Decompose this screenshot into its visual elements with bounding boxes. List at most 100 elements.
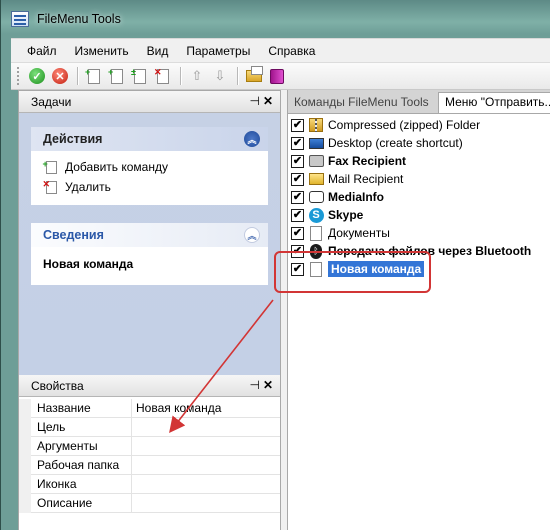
menu-edit[interactable]: Изменить bbox=[75, 44, 129, 58]
property-row[interactable]: Описание bbox=[19, 494, 280, 513]
list-item[interactable]: ✔ MediaInfo bbox=[288, 188, 550, 206]
checkbox[interactable]: ✔ bbox=[291, 244, 304, 258]
property-row[interactable]: Цель bbox=[19, 418, 280, 437]
property-name: Иконка bbox=[37, 477, 77, 491]
checkbox[interactable]: ✔ bbox=[291, 208, 304, 222]
add-submenu-icon: + bbox=[108, 67, 123, 84]
pin-icon[interactable]: ⊣ bbox=[250, 378, 260, 392]
list-item-label: Compressed (zipped) Folder bbox=[328, 118, 481, 132]
move-up-icon: ⇧ bbox=[191, 68, 203, 83]
cancel-icon: ✕ bbox=[52, 68, 68, 84]
close-icon[interactable]: ✕ bbox=[263, 94, 273, 108]
bluetooth-icon: ᛒ bbox=[308, 243, 324, 259]
add-command-icon: + bbox=[43, 159, 59, 175]
cancel-button[interactable]: ✕ bbox=[49, 65, 71, 87]
list-item-label: Документы bbox=[328, 226, 390, 240]
list-item[interactable]: ✔ ᛒ Передача файлов через Bluetooth bbox=[288, 242, 550, 260]
property-row[interactable]: Иконка bbox=[19, 475, 280, 494]
desktop-icon bbox=[308, 135, 324, 151]
menu-help[interactable]: Справка bbox=[268, 44, 315, 58]
move-up-button[interactable]: ⇧ bbox=[186, 65, 208, 87]
list-item[interactable]: ✔ Compressed (zipped) Folder bbox=[288, 116, 550, 134]
menu-file[interactable]: Файл bbox=[27, 44, 57, 58]
pin-icon[interactable]: ⊣ bbox=[250, 94, 260, 108]
move-down-button[interactable]: ⇩ bbox=[209, 65, 231, 87]
window-title: FileMenu Tools bbox=[37, 12, 121, 26]
tasks-panel: Действия ︽ + Добавить команду ✕ Удалить bbox=[19, 113, 280, 379]
property-name: Аргументы bbox=[37, 439, 98, 453]
checkbox[interactable]: ✔ bbox=[291, 226, 304, 240]
list-item[interactable]: ✔ Fax Recipient bbox=[288, 152, 550, 170]
properties-panel-title: Свойства bbox=[31, 378, 84, 393]
title-bar: FileMenu Tools bbox=[1, 0, 550, 38]
mediainfo-icon bbox=[308, 189, 324, 205]
property-value[interactable] bbox=[131, 418, 280, 437]
tab-filemenu-commands[interactable]: Команды FileMenu Tools bbox=[288, 93, 435, 114]
list-item[interactable]: ✔ Desktop (create shortcut) bbox=[288, 134, 550, 152]
left-pane: Задачи ⊣ ✕ Действия ︽ + Добавить команду… bbox=[18, 90, 281, 530]
tab-send-to-menu[interactable]: Меню "Отправить... bbox=[438, 92, 550, 113]
actions-group-header[interactable]: Действия ︽ bbox=[31, 127, 268, 151]
checkbox[interactable]: ✔ bbox=[291, 118, 304, 132]
tab-strip: Команды FileMenu Tools Меню "Отправить..… bbox=[288, 90, 550, 114]
apply-button[interactable]: ✓ bbox=[26, 65, 48, 87]
add-command-icon: + bbox=[85, 67, 100, 84]
list-item-label: Skype bbox=[328, 208, 364, 222]
add-command-button[interactable]: + bbox=[83, 65, 105, 87]
menu-view[interactable]: Вид bbox=[147, 44, 169, 58]
delete-button[interactable]: ✕ bbox=[152, 65, 174, 87]
help-button[interactable] bbox=[266, 65, 288, 87]
info-group: Сведения ︽ Новая команда bbox=[31, 223, 268, 285]
property-value[interactable] bbox=[131, 475, 280, 494]
checkbox[interactable]: ✔ bbox=[291, 154, 304, 168]
tasks-panel-title: Задачи bbox=[31, 94, 72, 109]
list-item-selected[interactable]: ✔ Новая команда bbox=[288, 260, 550, 278]
add-separator-button[interactable]: ± bbox=[129, 65, 151, 87]
checkbox[interactable]: ✔ bbox=[291, 136, 304, 150]
close-icon[interactable]: ✕ bbox=[263, 378, 273, 392]
list-item-label: Новая команда bbox=[328, 261, 425, 277]
help-icon bbox=[270, 68, 284, 84]
property-value[interactable] bbox=[131, 456, 280, 475]
move-down-icon: ⇩ bbox=[214, 68, 226, 83]
property-value[interactable] bbox=[131, 494, 280, 513]
property-value[interactable]: Новая команда bbox=[131, 399, 280, 418]
info-group-header[interactable]: Сведения ︽ bbox=[31, 223, 268, 247]
list-item-label: Fax Recipient bbox=[328, 154, 407, 168]
apply-icon: ✓ bbox=[29, 68, 45, 84]
zip-folder-icon bbox=[308, 117, 324, 133]
right-pane: Команды FileMenu Tools Меню "Отправить..… bbox=[287, 90, 550, 530]
property-row[interactable]: Рабочая папка bbox=[19, 456, 280, 475]
options-button[interactable] bbox=[243, 65, 265, 87]
new-command-icon bbox=[308, 261, 324, 277]
property-row[interactable]: Аргументы bbox=[19, 437, 280, 456]
delete-link[interactable]: ✕ Удалить bbox=[31, 177, 268, 197]
collapse-icon[interactable]: ︽ bbox=[244, 131, 260, 147]
checkbox[interactable]: ✔ bbox=[291, 190, 304, 204]
list-item-label: Desktop (create shortcut) bbox=[328, 136, 463, 150]
property-row[interactable]: Название Новая команда bbox=[19, 399, 280, 418]
add-command-link[interactable]: + Добавить команду bbox=[31, 157, 268, 177]
checkbox[interactable]: ✔ bbox=[291, 172, 304, 186]
list-item-label: MediaInfo bbox=[328, 190, 384, 204]
list-item[interactable]: ✔ S Skype bbox=[288, 206, 550, 224]
fax-icon bbox=[308, 153, 324, 169]
checkbox[interactable]: ✔ bbox=[291, 262, 304, 276]
list-item-label: Передача файлов через Bluetooth bbox=[328, 244, 532, 258]
property-name: Рабочая папка bbox=[37, 458, 120, 472]
info-command-name: Новая команда bbox=[43, 257, 134, 271]
add-submenu-button[interactable]: + bbox=[106, 65, 128, 87]
app-icon bbox=[11, 11, 29, 27]
list-item[interactable]: ✔ Mail Recipient bbox=[288, 170, 550, 188]
documents-icon bbox=[308, 225, 324, 241]
property-value[interactable] bbox=[131, 437, 280, 456]
skype-icon: S bbox=[308, 207, 324, 223]
toolbar-separator bbox=[237, 67, 238, 85]
list-item[interactable]: ✔ Документы bbox=[288, 224, 550, 242]
delete-label: Удалить bbox=[65, 180, 111, 194]
collapse-icon[interactable]: ︽ bbox=[244, 227, 260, 243]
menu-options[interactable]: Параметры bbox=[186, 44, 250, 58]
toolbar-grip[interactable] bbox=[17, 67, 20, 85]
info-group-title: Сведения bbox=[43, 228, 104, 242]
toolbar: ✓ ✕ + + ± ✕ ⇧ ⇩ bbox=[11, 62, 550, 90]
